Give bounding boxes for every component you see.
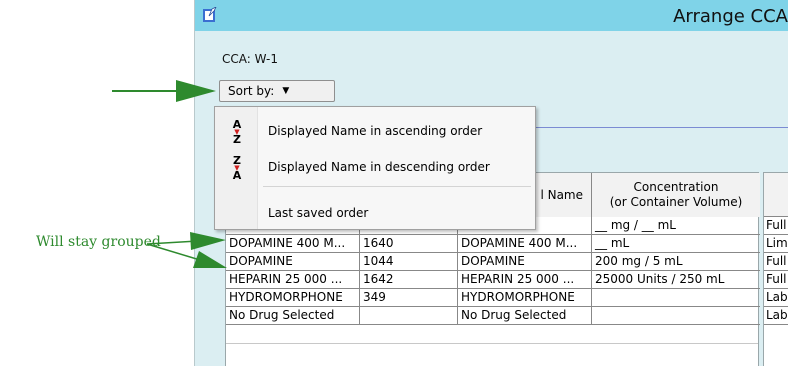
annotation-arrows [112, 80, 227, 268]
arrow-to-sort-button [112, 80, 216, 102]
grouped-annotation: Will stay grouped [36, 234, 161, 250]
